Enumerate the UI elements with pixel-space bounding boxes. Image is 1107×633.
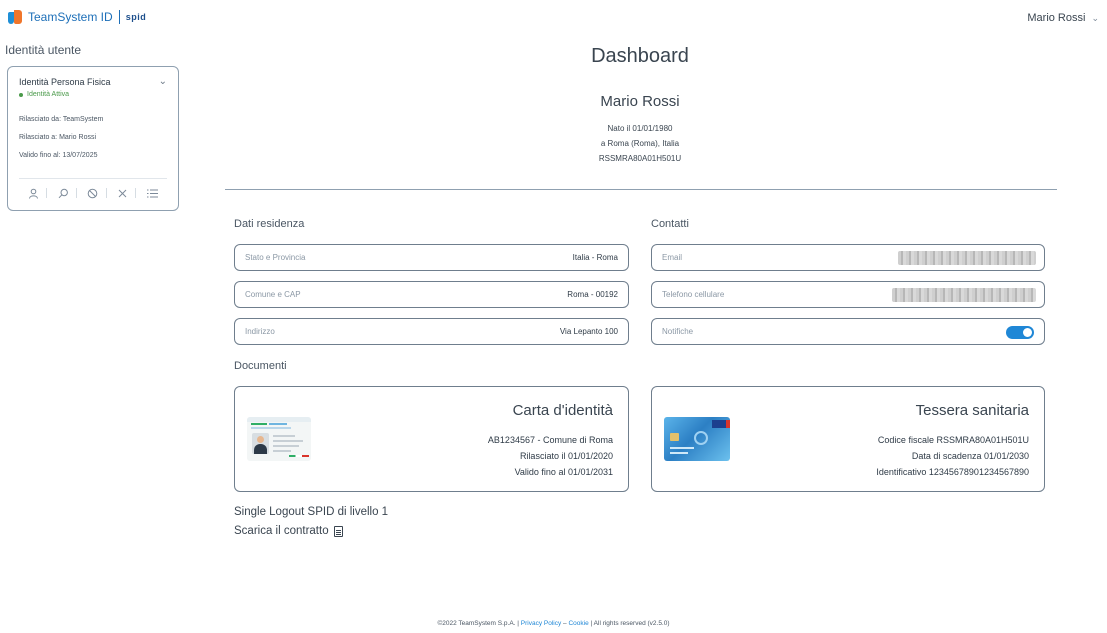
health-card-identifier: Identificativo 12345678901234567890: [876, 467, 1029, 477]
chevron-down-icon[interactable]: ⌄: [159, 76, 167, 87]
field-value: Italia - Roma: [572, 253, 618, 262]
email-field[interactable]: Email: [651, 244, 1045, 271]
footer: ©2022 TeamSystem S.p.A. | Privacy Policy…: [0, 620, 1107, 627]
person-name: Mario Rossi: [600, 93, 680, 110]
health-card-tax-code: Codice fiscale RSSMRA80A01H501U: [877, 435, 1029, 445]
divider: [19, 178, 167, 179]
health-card-expiry: Data di scadenza 01/01/2030: [911, 451, 1029, 461]
spid-logout-label: Single Logout SPID di livello 1: [234, 506, 389, 518]
user-name: Mario Rossi: [1027, 12, 1086, 24]
user-menu[interactable]: Mario Rossi ⌄: [1027, 12, 1099, 24]
field-value: Roma - 00192: [567, 290, 618, 299]
notifications-toggle[interactable]: [1006, 326, 1034, 339]
birth-place: a Roma (Roma), Italia: [600, 139, 680, 148]
list-icon[interactable]: [135, 183, 163, 203]
residence-title: Dati residenza: [234, 218, 305, 230]
state-province-field[interactable]: Stato e Provincia Italia - Roma: [234, 244, 629, 271]
health-card-title: Tessera sanitaria: [915, 402, 1029, 419]
valid-until: Valido fino al: 13/07/2025: [19, 152, 98, 159]
id-card-title: Carta d'identità: [512, 402, 613, 419]
redacted-phone: [892, 288, 1036, 302]
tax-code: RSSMRA80A01H501U: [598, 154, 682, 163]
download-contract-link[interactable]: Scarica il contratto: [234, 525, 343, 537]
toggle-knob: [1023, 328, 1032, 337]
status-dot-icon: [19, 92, 23, 97]
id-card-image: [247, 417, 311, 461]
chevron-down-icon: ⌄: [1091, 12, 1099, 23]
search-icon[interactable]: [46, 183, 74, 203]
id-card-document[interactable]: Carta d'identità AB1234567 - Comune di R…: [234, 386, 629, 492]
phone-field[interactable]: Telefono cellulare: [651, 281, 1045, 308]
field-label: Notifiche: [662, 327, 694, 336]
brand-logo[interactable]: TeamSystem ID spid: [8, 10, 146, 24]
privacy-policy-link[interactable]: Privacy Policy: [521, 620, 561, 627]
address-field[interactable]: Indirizzo Via Lepanto 100: [234, 318, 629, 345]
contacts-title: Contatti: [651, 218, 689, 230]
field-value: Via Lepanto 100: [559, 327, 618, 336]
identity-actions: [19, 182, 167, 204]
identity-card-title: Identità Persona Fisica: [19, 77, 111, 87]
field-label: Stato e Provincia: [245, 253, 306, 262]
document-icon: [333, 525, 343, 537]
id-card-issued: Rilasciato il 01/01/2020: [519, 451, 613, 461]
brand-divider: [118, 10, 120, 24]
redacted-email: [898, 251, 1036, 265]
download-contract-label: Scarica il contratto: [234, 525, 329, 537]
spid-logo: spid: [125, 12, 147, 22]
id-card-number: AB1234567 - Comune di Roma: [487, 435, 613, 445]
field-label: Email: [662, 253, 683, 262]
divider: [225, 189, 1057, 190]
footer-copyright: ©2022 TeamSystem S.p.A. |: [437, 620, 521, 627]
sidebar-title: Identità utente: [5, 43, 82, 57]
status-text: Identità Attiva: [27, 91, 70, 98]
cookie-link[interactable]: Cookie: [568, 620, 588, 627]
id-card-valid: Valido fino al 01/01/2031: [514, 467, 613, 477]
user-icon[interactable]: [23, 183, 45, 203]
health-card-document[interactable]: Tessera sanitaria Codice fiscale RSSMRA8…: [651, 386, 1045, 492]
footer-rights: | All rights reserved (v2.5.0): [588, 620, 670, 627]
city-zip-field[interactable]: Comune e CAP Roma - 00192: [234, 281, 629, 308]
issued-by: Rilasciato da: TeamSystem: [19, 116, 104, 123]
field-label: Comune e CAP: [245, 290, 301, 299]
block-icon[interactable]: [75, 183, 104, 203]
page-title: Dashboard: [591, 45, 689, 67]
top-bar: TeamSystem ID spid Mario Rossi ⌄: [0, 0, 1107, 36]
teamsystem-logo-icon: [8, 10, 22, 24]
status-badge: Identità Attiva: [19, 91, 69, 98]
spid-logout-link[interactable]: Single Logout SPID di livello 1: [234, 506, 388, 518]
birth-date: Nato il 01/01/1980: [607, 124, 673, 133]
close-icon[interactable]: [105, 183, 134, 203]
documents-title: Documenti: [234, 360, 287, 372]
notifications-field: Notifiche: [651, 318, 1045, 345]
field-label: Telefono cellulare: [662, 290, 725, 299]
identity-card: Identità Persona Fisica ⌄ Identità Attiv…: [7, 66, 179, 211]
issued-to: Rilasciato a: Mario Rossi: [19, 134, 97, 141]
field-label: Indirizzo: [245, 327, 275, 336]
health-card-image: [664, 417, 730, 461]
brand-name: TeamSystem ID: [28, 10, 113, 24]
